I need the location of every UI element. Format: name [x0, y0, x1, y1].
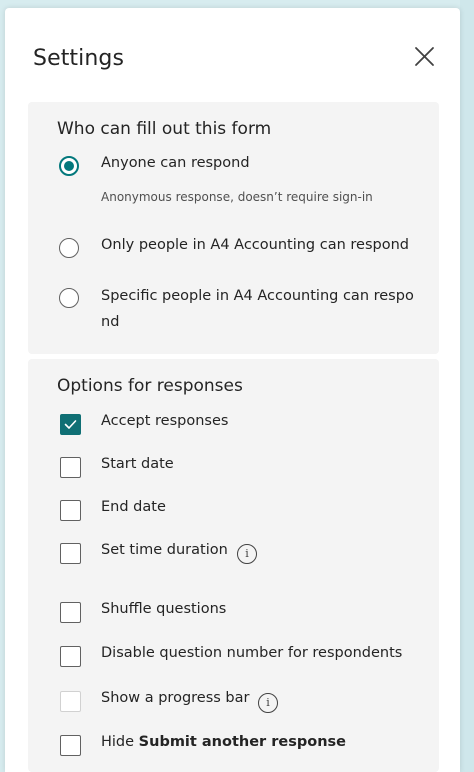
radio-button-selected[interactable]: [59, 156, 79, 176]
checkbox-label: Disable question number for respondents: [101, 645, 403, 661]
checkbox-checked[interactable]: [60, 414, 81, 435]
radio-button[interactable]: [59, 238, 79, 258]
options-for-responses-section: Options for responses Accept responses S…: [28, 359, 439, 772]
section-heading: Options for responses: [57, 376, 243, 396]
checkbox-label: Show a progress bar: [101, 690, 250, 706]
radio-description: Anonymous response, doesn’t require sign…: [101, 190, 373, 204]
who-can-fill-section: Who can fill out this form Anyone can re…: [28, 102, 439, 354]
checkbox-label: End date: [101, 499, 166, 515]
checkbox-accept-responses[interactable]: Accept responses: [59, 413, 429, 440]
backdrop-strip: [460, 0, 474, 772]
checkbox[interactable]: [60, 735, 81, 756]
checkbox[interactable]: [60, 646, 81, 667]
checkbox[interactable]: [60, 457, 81, 478]
checkbox[interactable]: [60, 602, 81, 623]
radio-specific-people[interactable]: Specific people in A4 Accounting can res…: [59, 288, 429, 338]
checkbox-label: Hide Submit another response: [101, 734, 346, 750]
radio-label: Only people in A4 Accounting can respond: [101, 237, 409, 253]
panel-title: Settings: [33, 46, 125, 71]
checkbox-start-date[interactable]: Start date: [59, 456, 429, 483]
label-bold-text: Submit another response: [138, 734, 346, 750]
radio-label: Anyone can respond: [101, 155, 250, 171]
checkbox-shuffle-questions[interactable]: Shuffle questions: [59, 601, 429, 628]
checkbox[interactable]: [60, 500, 81, 521]
checkbox-end-date[interactable]: End date: [59, 499, 429, 526]
checkbox-label: Accept responses: [101, 413, 229, 429]
checkbox[interactable]: [60, 543, 81, 564]
section-heading: Who can fill out this form: [57, 119, 272, 139]
label-prefix: Hide: [101, 734, 139, 750]
close-icon: [415, 47, 434, 66]
info-icon[interactable]: i: [237, 544, 257, 564]
checkbox-label: Start date: [101, 456, 174, 472]
radio-anyone[interactable]: Anyone can respond Anonymous response, d…: [59, 155, 429, 204]
checkmark-icon: [64, 420, 77, 429]
checkbox-hide-submit-another[interactable]: Hide Submit another response: [59, 734, 429, 761]
checkbox-disabled[interactable]: [60, 691, 81, 712]
radio-only-people-in-org[interactable]: Only people in A4 Accounting can respond: [59, 237, 429, 264]
checkbox-label: Set time duration: [101, 542, 228, 558]
checkbox-label: Shuffle questions: [101, 601, 227, 617]
settings-panel: Settings Who can fill out this form Anyo…: [5, 8, 460, 772]
radio-button[interactable]: [59, 288, 79, 308]
close-button[interactable]: [409, 42, 439, 72]
checkbox-set-time-duration[interactable]: Set time duration i: [59, 542, 429, 569]
checkbox-show-progress-bar[interactable]: Show a progress bar i: [59, 690, 429, 717]
info-icon[interactable]: i: [258, 693, 278, 713]
radio-label: Specific people in A4 Accounting can res…: [101, 288, 414, 330]
checkbox-disable-question-number[interactable]: Disable question number for respondents: [59, 645, 429, 672]
